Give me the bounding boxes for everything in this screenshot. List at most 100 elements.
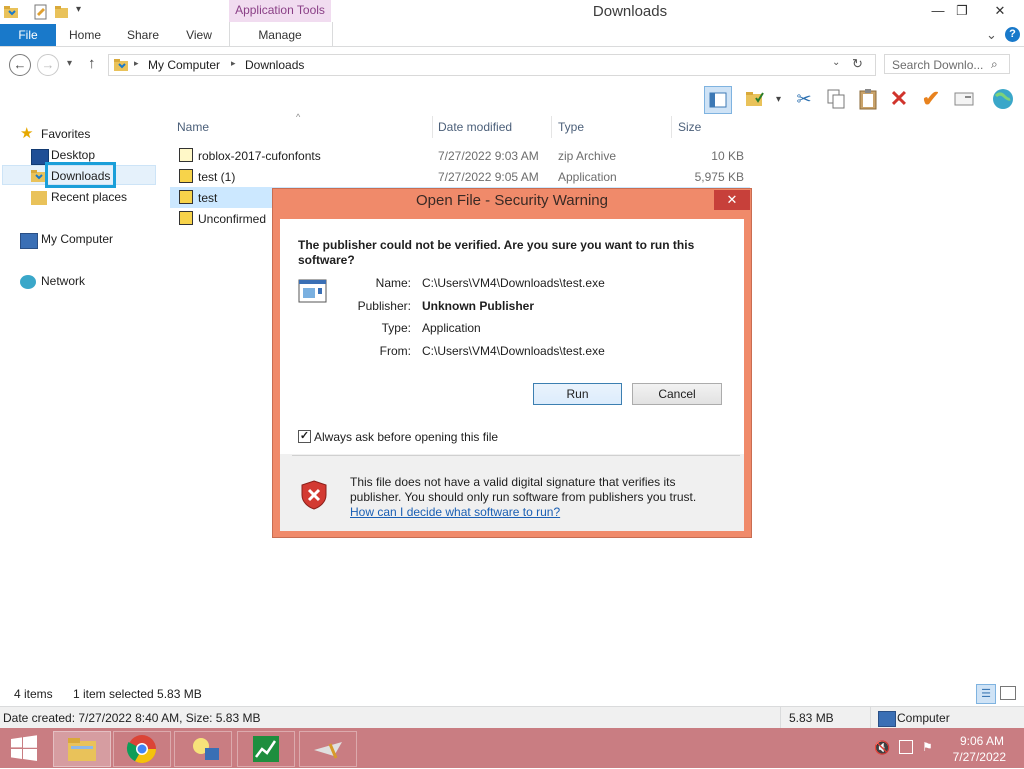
maximize-button[interactable]: ❐ xyxy=(950,2,974,20)
action-center-flag-icon[interactable]: ⚑ xyxy=(922,740,933,754)
nav-my-computer[interactable]: My Computer xyxy=(41,232,113,246)
details-location: Computer xyxy=(897,711,950,725)
search-icon[interactable]: ⌕ xyxy=(991,57,998,72)
chart-app-icon xyxy=(253,736,279,762)
always-ask-checkbox[interactable]: ✓ xyxy=(298,430,311,443)
forward-button[interactable]: → xyxy=(37,54,59,76)
taskbar-app-4[interactable] xyxy=(237,731,295,767)
taskbar-chrome[interactable] xyxy=(113,731,171,767)
column-separator[interactable] xyxy=(671,116,672,138)
details-size: 5.83 MB xyxy=(789,711,834,725)
breadcrumb-separator-icon: ▸ xyxy=(231,58,236,68)
column-size[interactable]: Size xyxy=(678,120,701,134)
tab-share[interactable]: Share xyxy=(120,24,166,46)
close-window-button[interactable]: ✕ xyxy=(988,2,1012,20)
file-date: 7/27/2022 9:05 AM xyxy=(438,170,539,184)
file-row[interactable]: roblox-2017-cufonfonts 7/27/2022 9:03 AM… xyxy=(170,145,750,166)
folder-icon xyxy=(114,59,128,71)
column-separator[interactable] xyxy=(551,116,552,138)
ribbon-collapse-icon[interactable]: ⌄ xyxy=(986,27,997,43)
breadcrumb-downloads[interactable]: Downloads xyxy=(245,58,304,72)
start-button[interactable] xyxy=(10,735,38,761)
paste-icon[interactable] xyxy=(855,86,881,112)
dialog-divider xyxy=(292,455,740,456)
help-icon[interactable]: ? xyxy=(1005,27,1020,42)
application-file-icon xyxy=(179,211,193,225)
delete-icon[interactable]: ✕ xyxy=(886,86,912,112)
taskbar-file-explorer[interactable] xyxy=(53,731,111,767)
file-size: 5,975 KB xyxy=(694,170,744,184)
file-name: roblox-2017-cufonfonts xyxy=(198,149,321,163)
network-tray-icon[interactable] xyxy=(899,740,913,754)
title-bar xyxy=(0,0,1024,24)
rename-check-icon[interactable]: ✔ xyxy=(918,86,944,112)
computer-icon xyxy=(20,233,38,249)
cancel-button[interactable]: Cancel xyxy=(632,383,722,405)
speaker-muted-icon[interactable]: 🔇 xyxy=(874,740,890,756)
dialog-close-button[interactable]: ✕ xyxy=(714,190,750,210)
taskbar-app-3[interactable] xyxy=(174,731,232,767)
clock-date[interactable]: 7/27/2022 xyxy=(944,750,1006,764)
tab-manage[interactable]: Manage xyxy=(252,24,308,46)
column-separator[interactable] xyxy=(432,116,433,138)
file-row[interactable]: test (1) 7/27/2022 9:05 AM Application 5… xyxy=(170,166,750,187)
recent-locations-icon[interactable]: ▾ xyxy=(67,58,72,69)
network-icon xyxy=(20,275,36,289)
folder-options-dropdown-icon[interactable]: ▾ xyxy=(776,94,781,105)
file-name: Unconfirmed xyxy=(198,212,267,226)
nav-favorites[interactable]: Favorites xyxy=(41,127,90,141)
field-value-name: C:\Users\VM4\Downloads\test.exe xyxy=(422,276,605,290)
back-button[interactable]: ← xyxy=(9,54,31,76)
column-type[interactable]: Type xyxy=(558,120,584,134)
properties-toolbar-icon[interactable] xyxy=(951,86,977,112)
favorites-star-icon: ★ xyxy=(20,125,34,142)
nav-recent-places[interactable]: Recent places xyxy=(51,190,127,204)
application-tools-label: Application Tools xyxy=(229,0,331,22)
run-button[interactable]: Run xyxy=(533,383,622,405)
preview-pane-icon[interactable] xyxy=(704,86,732,114)
globe-icon[interactable] xyxy=(990,86,1016,112)
breadcrumb-my-computer[interactable]: My Computer xyxy=(148,58,220,72)
taskbar-app-5[interactable] xyxy=(299,731,357,767)
dialog-question: The publisher could not be verified. Are… xyxy=(298,238,695,267)
selection-info: 1 item selected 5.83 MB xyxy=(73,687,202,701)
file-name: test (1) xyxy=(198,170,236,184)
chrome-icon xyxy=(126,735,156,763)
tab-home[interactable]: Home xyxy=(62,24,108,46)
shield-warning-icon xyxy=(301,480,327,510)
application-window-icon xyxy=(298,279,327,303)
folder-options-icon[interactable] xyxy=(742,86,768,112)
nav-network[interactable]: Network xyxy=(41,274,85,288)
up-button[interactable]: ↑ xyxy=(88,55,96,72)
help-link[interactable]: How can I decide what software to run? xyxy=(350,505,560,519)
details-text: Date created: 7/27/2022 8:40 AM, Size: 5… xyxy=(3,711,261,725)
details-view-icon[interactable]: ☰ xyxy=(976,684,996,704)
address-dropdown-icon[interactable]: ⌄ xyxy=(832,57,840,68)
cut-icon[interactable]: ✂ xyxy=(791,86,817,112)
nav-desktop[interactable]: Desktop xyxy=(51,148,95,162)
large-icons-view-icon[interactable] xyxy=(1000,686,1016,700)
properties-icon[interactable] xyxy=(33,4,49,20)
nav-downloads[interactable]: Downloads xyxy=(51,169,110,183)
address-bar[interactable] xyxy=(108,54,876,76)
file-explorer-icon xyxy=(68,738,96,761)
field-label-type: Type: xyxy=(381,321,411,335)
new-folder-icon[interactable] xyxy=(54,4,70,20)
copy-icon[interactable] xyxy=(823,86,849,112)
tab-file[interactable]: File xyxy=(0,24,56,46)
column-date-modified[interactable]: Date modified xyxy=(438,120,512,134)
computer-icon xyxy=(878,711,896,727)
item-count: 4 items xyxy=(14,687,53,701)
refresh-icon[interactable]: ↻ xyxy=(852,56,863,72)
column-name[interactable]: Name xyxy=(177,120,209,134)
details-separator xyxy=(870,706,871,728)
application-file-icon xyxy=(179,190,193,204)
file-type: zip Archive xyxy=(558,149,617,163)
always-ask-label[interactable]: Always ask before opening this file xyxy=(314,430,498,444)
minimize-button[interactable]: — xyxy=(926,2,950,20)
application-file-icon xyxy=(179,169,193,183)
clock-time[interactable]: 9:06 AM xyxy=(944,734,1004,748)
qat-dropdown-icon[interactable]: ▾ xyxy=(76,4,81,15)
tab-view[interactable]: View xyxy=(176,24,222,46)
dialog-title: Open File - Security Warning xyxy=(415,192,608,209)
